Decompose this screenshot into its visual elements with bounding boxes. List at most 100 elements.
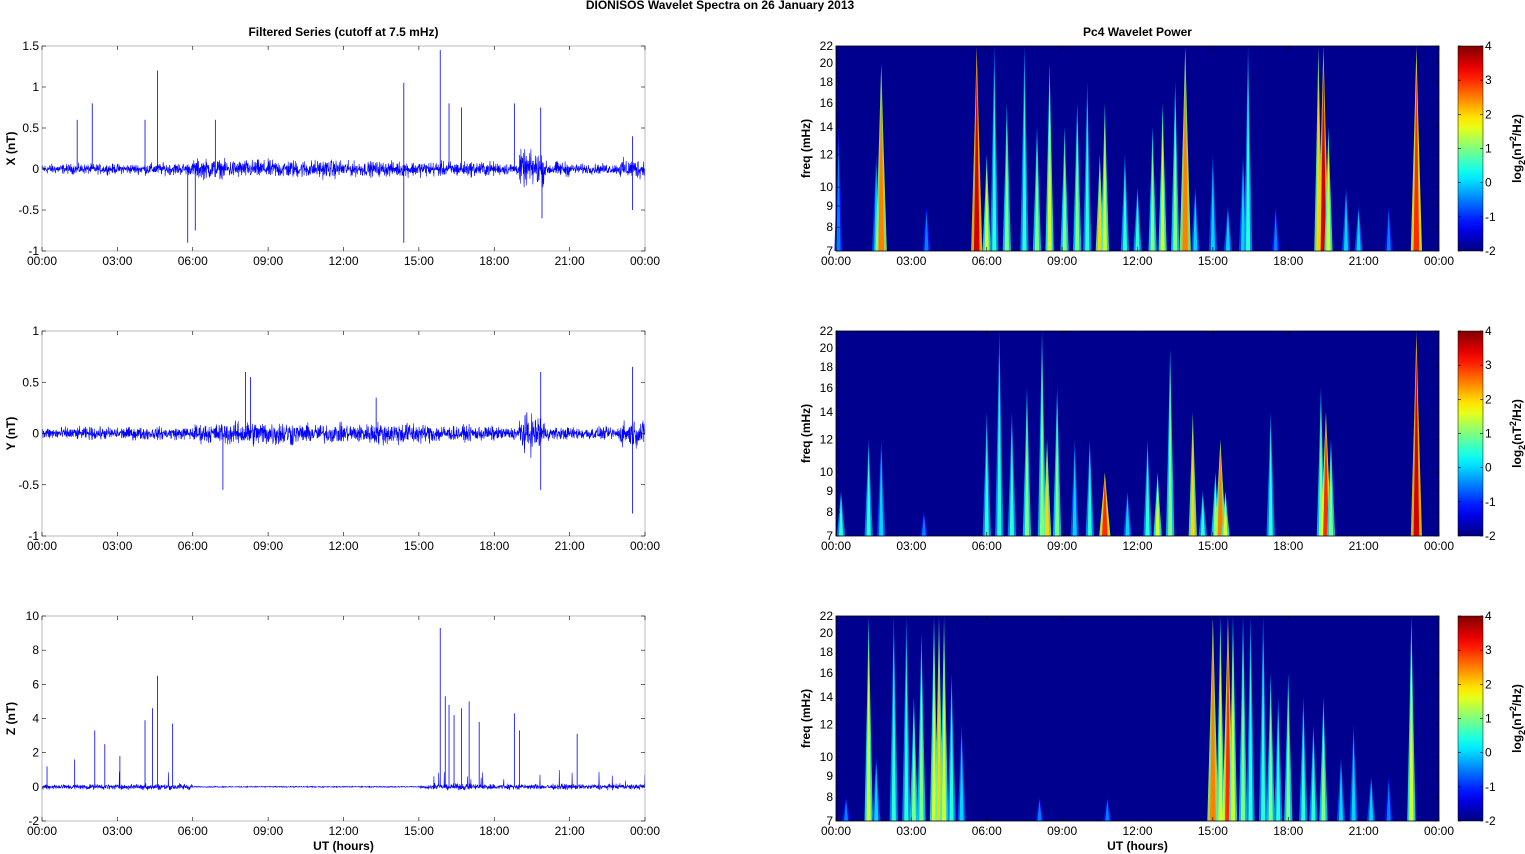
y-tick-label: 1 (32, 324, 39, 338)
x-tick-label: 12:00 (328, 824, 358, 838)
x-tick-label: 21:00 (555, 539, 585, 553)
y-tick-label: 18 (820, 645, 834, 659)
y-tick-label: 7 (826, 814, 833, 828)
colorbar-tick-label: 1 (1485, 142, 1492, 156)
colorbar-label: log2(nT2/Hz) (1508, 684, 1525, 753)
colorbar-tick-label: -2 (1485, 529, 1496, 543)
wavelet-panel-y: -2-101234log2(nT2/Hz)00:0003:0006:0009:0… (799, 324, 1525, 553)
x-tick-label: 00:00 (1424, 254, 1454, 268)
x-tick-label: 09:00 (253, 539, 283, 553)
y-tick-label: 20 (820, 341, 834, 355)
colorbar-tick-label: 0 (1485, 461, 1492, 475)
colorbar-tick-label: 4 (1485, 39, 1492, 53)
colorbar-tick-label: 3 (1485, 73, 1492, 87)
colorbar-tick-label: 3 (1485, 358, 1492, 372)
y-tick-label: 0.5 (22, 121, 39, 135)
y-axis-label: Y (nT) (4, 417, 18, 451)
colorbar-tick-label: 2 (1485, 392, 1492, 406)
colorbar-tick-label: 3 (1485, 643, 1492, 657)
x-tick-label: 06:00 (972, 824, 1002, 838)
y-tick-label: 10 (820, 180, 834, 194)
colorbar-tick-label: 2 (1485, 107, 1492, 121)
y-tick-label: 0.5 (22, 375, 39, 389)
x-tick-label: 18:00 (1273, 254, 1303, 268)
x-tick-label: 03:00 (896, 539, 926, 553)
x-tick-label: 15:00 (404, 254, 434, 268)
colorbar (1457, 615, 1484, 822)
y-tick-label: 8 (826, 220, 833, 234)
colorbar-tick-label: -1 (1485, 495, 1496, 509)
colorbar-tick-label: 4 (1485, 609, 1492, 623)
y-tick-label: -2 (28, 814, 39, 828)
y-tick-label: 0 (32, 427, 39, 441)
colorbar-tick-label: 2 (1485, 677, 1492, 691)
x-axis-label: UT (hours) (313, 839, 374, 853)
y-tick-label: 2 (32, 746, 39, 760)
x-tick-label: 12:00 (1122, 539, 1152, 553)
x-tick-label: 18:00 (479, 254, 509, 268)
colorbar-tick-label: 4 (1485, 324, 1492, 338)
x-tick-label: 06:00 (972, 539, 1002, 553)
x-tick-label: 21:00 (555, 824, 585, 838)
x-tick-label: 06:00 (972, 254, 1002, 268)
y-axis-label: freq (mHz) (799, 689, 813, 748)
y-tick-label: 12 (820, 433, 834, 447)
x-tick-label: 03:00 (896, 254, 926, 268)
y-tick-label: 14 (820, 120, 834, 134)
x-tick-label: 18:00 (479, 539, 509, 553)
x-tick-label: 03:00 (896, 824, 926, 838)
y-tick-label: 9 (826, 199, 833, 213)
x-tick-label: 06:00 (178, 824, 208, 838)
y-tick-label: 12 (820, 718, 834, 732)
y-tick-label: 12 (820, 148, 834, 162)
x-tick-label: 15:00 (1198, 824, 1228, 838)
x-tick-label: 18:00 (479, 824, 509, 838)
x-tick-label: 00:00 (1424, 539, 1454, 553)
plot-background (836, 331, 1439, 536)
y-tick-label: 1.5 (22, 39, 39, 53)
x-tick-label: 15:00 (1198, 539, 1228, 553)
x-tick-label: 21:00 (1349, 254, 1379, 268)
x-tick-label: 12:00 (1122, 824, 1152, 838)
y-tick-label: 22 (820, 324, 834, 338)
x-tick-label: 15:00 (404, 539, 434, 553)
x-tick-label: 09:00 (1047, 539, 1077, 553)
y-tick-label: 9 (826, 484, 833, 498)
y-tick-label: 8 (826, 505, 833, 519)
y-tick-label: 7 (826, 244, 833, 258)
x-tick-label: 03:00 (102, 254, 132, 268)
figure: DIONISOS Wavelet Spectra on 26 January 2… (4, 0, 1525, 853)
y-tick-label: 10 (820, 465, 834, 479)
series-panel-z: 00:00 03:00 06:00 09:00 12:00 15:00 18:00 21:00… (4, 609, 660, 853)
y-axis-label: freq (mHz) (799, 119, 813, 178)
x-tick-label: 03:00 (102, 824, 132, 838)
panel-title: Filtered Series (cutoff at 7.5 mHz) (248, 25, 438, 39)
y-tick-label: 7 (826, 529, 833, 543)
y-tick-label: 18 (820, 75, 834, 89)
x-tick-label: 18:00 (1273, 539, 1303, 553)
x-tick-label: 00:00 (630, 254, 660, 268)
y-tick-label: -0.5 (18, 478, 39, 492)
x-tick-label: 21:00 (555, 254, 585, 268)
x-tick-label: 06:00 (178, 539, 208, 553)
y-axis-label: X (nT) (4, 132, 18, 166)
y-tick-label: -0.5 (18, 203, 39, 217)
plot-background (42, 616, 645, 821)
y-tick-label: 16 (820, 666, 834, 680)
series-panel-x: 00:00 03:00 06:00 09:00 12:00 15:00 18:00 21:00… (4, 25, 660, 268)
y-axis-label: Z (nT) (4, 702, 18, 735)
x-tick-label: 15:00 (1198, 254, 1228, 268)
y-tick-label: 4 (32, 712, 39, 726)
series-panel-y: 00:00 03:00 06:00 09:00 12:00 15:00 18:00 21:00… (4, 324, 660, 553)
colorbar (1457, 45, 1484, 252)
wavelet-panel-z: -2-101234log2(nT2/Hz)00:0003:0006:0009:0… (799, 609, 1525, 853)
x-tick-label: 18:00 (1273, 824, 1303, 838)
y-tick-label: -1 (28, 529, 39, 543)
y-tick-label: 9 (826, 769, 833, 783)
x-tick-label: 15:00 (404, 824, 434, 838)
y-tick-label: 0 (32, 162, 39, 176)
y-axis-label: freq (mHz) (799, 404, 813, 463)
y-tick-label: 1 (32, 80, 39, 94)
x-axis-label: UT (hours) (1107, 839, 1168, 853)
colorbar-label: log2(nT2/Hz) (1508, 114, 1525, 183)
